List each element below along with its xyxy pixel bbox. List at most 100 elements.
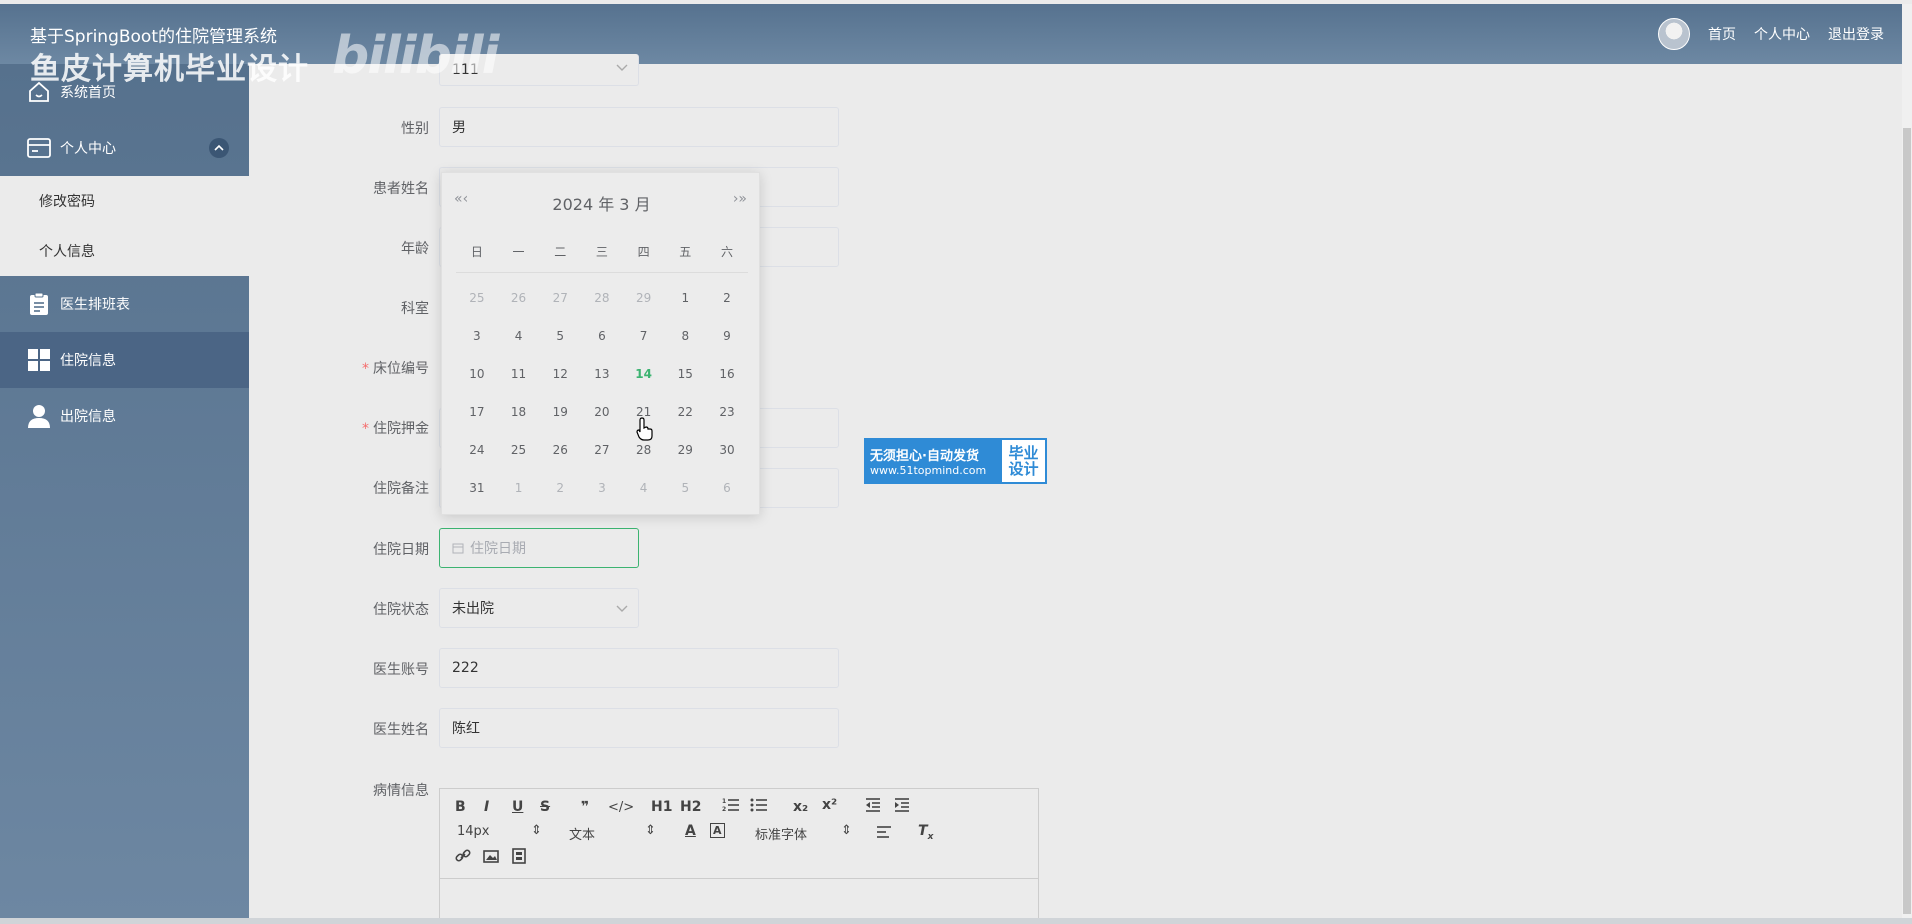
calendar-day[interactable]: 6 — [706, 481, 748, 495]
font-family-select[interactable]: 标准字体 — [755, 824, 807, 843]
admit-date-field[interactable]: 住院日期 — [439, 528, 639, 568]
svg-text:1: 1 — [722, 798, 726, 805]
promo-line1: 无须担心·自动发货 — [870, 449, 979, 464]
calendar-day[interactable]: 29 — [664, 443, 706, 457]
sidebar-item-label: 个人中心 — [60, 141, 116, 157]
code-button[interactable]: </> — [608, 800, 634, 815]
doctor-name-field[interactable]: 陈红 — [439, 708, 839, 748]
sidebar-subitem-change-password[interactable]: 修改密码 — [0, 176, 249, 226]
indent-button[interactable] — [894, 797, 910, 817]
italic-button[interactable]: I — [484, 799, 489, 815]
image-icon[interactable] — [483, 848, 499, 868]
calendar-day[interactable]: 17 — [456, 405, 498, 419]
sidebar-item-discharge-info[interactable]: 出院信息 — [0, 388, 249, 444]
calendar-day[interactable]: 31 — [456, 481, 498, 495]
ordered-list-button[interactable]: 12 — [722, 797, 740, 817]
background-color-icon[interactable]: A — [710, 823, 725, 838]
calendar-day[interactable]: 26 — [539, 443, 581, 457]
calendar-day[interactable]: 7 — [623, 329, 665, 343]
calendar-day[interactable]: 23 — [706, 405, 748, 419]
align-icon[interactable] — [876, 825, 892, 843]
calendar-day[interactable]: 13 — [581, 367, 623, 381]
calendar-day[interactable]: 29 — [623, 291, 665, 305]
calendar-day[interactable]: 2 — [706, 291, 748, 305]
chevron-down-icon — [616, 60, 628, 76]
patient-name-label: 患者姓名 — [373, 181, 429, 197]
sidebar-subitem-personal-info[interactable]: 个人信息 — [0, 226, 249, 276]
calendar-day[interactable]: 28 — [581, 291, 623, 305]
calendar-day[interactable]: 9 — [706, 329, 748, 343]
sidebar-item-doctor-schedule[interactable]: 医生排班表 — [0, 276, 249, 332]
sidebar-item-label: 医生排班表 — [60, 297, 130, 313]
bold-button[interactable]: B — [455, 799, 466, 815]
next-year-month-button[interactable]: ›» — [733, 191, 747, 207]
logout-link[interactable]: 退出登录 — [1828, 24, 1884, 44]
sidebar-item-label: 修改密码 — [39, 194, 95, 210]
remark-label: 住院备注 — [373, 481, 429, 497]
calendar-day[interactable]: 5 — [539, 329, 581, 343]
font-color-icon[interactable]: A — [685, 823, 696, 839]
deposit-label-text: 住院押金 — [373, 421, 429, 437]
calendar-day[interactable]: 24 — [456, 443, 498, 457]
font-size-select[interactable]: 14px — [457, 824, 490, 839]
scrollbar-thumb[interactable] — [1903, 128, 1911, 914]
sidebar-item-personal-center[interactable]: 个人中心 — [0, 120, 249, 176]
avatar[interactable] — [1658, 18, 1690, 50]
h1-button[interactable]: H1 — [651, 799, 672, 815]
calendar-year-month: 2024 年 3 月 — [552, 195, 651, 214]
calendar-day[interactable]: 27 — [539, 291, 581, 305]
calendar-day[interactable]: 3 — [456, 329, 498, 343]
calendar-grid: 25 26 27 28 29 1 2 3 4 5 6 7 8 9 10 11 1… — [456, 279, 748, 507]
superscript-button[interactable]: x² — [822, 797, 837, 813]
calendar-day[interactable]: 2 — [539, 481, 581, 495]
calendar-day[interactable]: 15 — [664, 367, 706, 381]
doctor-account-field[interactable]: 222 — [439, 648, 839, 688]
gender-field[interactable]: 男 — [439, 107, 839, 147]
watermark-text: 鱼皮计算机毕业设计 — [30, 52, 309, 87]
profile-link[interactable]: 个人中心 — [1754, 24, 1810, 44]
blockquote-button[interactable]: ❞ — [581, 799, 589, 815]
calendar-day[interactable]: 25 — [456, 291, 498, 305]
calendar-day[interactable]: 19 — [539, 405, 581, 419]
calendar-day[interactable]: 10 — [456, 367, 498, 381]
sidebar-item-inpatient-info[interactable]: 住院信息 — [0, 332, 249, 388]
calendar-day[interactable]: 4 — [498, 329, 540, 343]
chevron-up-icon[interactable] — [209, 138, 229, 158]
subscript-button[interactable]: x₂ — [793, 799, 808, 815]
h2-button[interactable]: H2 — [680, 799, 701, 815]
calendar-day[interactable]: 11 — [498, 367, 540, 381]
calendar-day[interactable]: 28 — [623, 443, 665, 457]
calendar-day[interactable]: 25 — [498, 443, 540, 457]
link-icon[interactable] — [455, 848, 471, 868]
calendar-day[interactable]: 8 — [664, 329, 706, 343]
calendar-day[interactable]: 6 — [581, 329, 623, 343]
bullet-list-button[interactable] — [750, 797, 768, 817]
calendar-day-today[interactable]: 14 — [623, 367, 665, 381]
calendar-day[interactable]: 5 — [664, 481, 706, 495]
calendar-day[interactable]: 20 — [581, 405, 623, 419]
weekday-label: 一 — [512, 245, 525, 259]
calendar-day[interactable]: 3 — [581, 481, 623, 495]
calendar-day[interactable]: 1 — [498, 481, 540, 495]
calendar-day[interactable]: 26 — [498, 291, 540, 305]
promo-banner[interactable]: 无须担心·自动发货 www.51topmind.com 毕业设计 — [864, 438, 1047, 484]
calendar-day[interactable]: 4 — [623, 481, 665, 495]
calendar-day[interactable]: 1 — [664, 291, 706, 305]
calendar-day[interactable]: 12 — [539, 367, 581, 381]
calendar-day[interactable]: 16 — [706, 367, 748, 381]
underline-button[interactable]: U — [512, 799, 523, 815]
clear-format-icon[interactable]: Tx — [918, 823, 933, 842]
video-icon[interactable] — [511, 848, 527, 868]
calendar-day[interactable]: 27 — [581, 443, 623, 457]
calendar-week-row: 17 18 19 20 21 22 23 — [456, 393, 748, 431]
home-link[interactable]: 首页 — [1708, 24, 1736, 44]
page-scrollbar[interactable] — [1902, 4, 1912, 918]
format-select[interactable]: 文本 — [569, 824, 595, 843]
calendar-day[interactable]: 22 — [664, 405, 706, 419]
calendar-day[interactable]: 30 — [706, 443, 748, 457]
strike-button[interactable]: S — [540, 799, 550, 815]
calendar-week-row: 3 4 5 6 7 8 9 — [456, 317, 748, 355]
outdent-button[interactable] — [865, 797, 881, 817]
status-select[interactable]: 未出院 — [439, 588, 639, 628]
calendar-day[interactable]: 18 — [498, 405, 540, 419]
